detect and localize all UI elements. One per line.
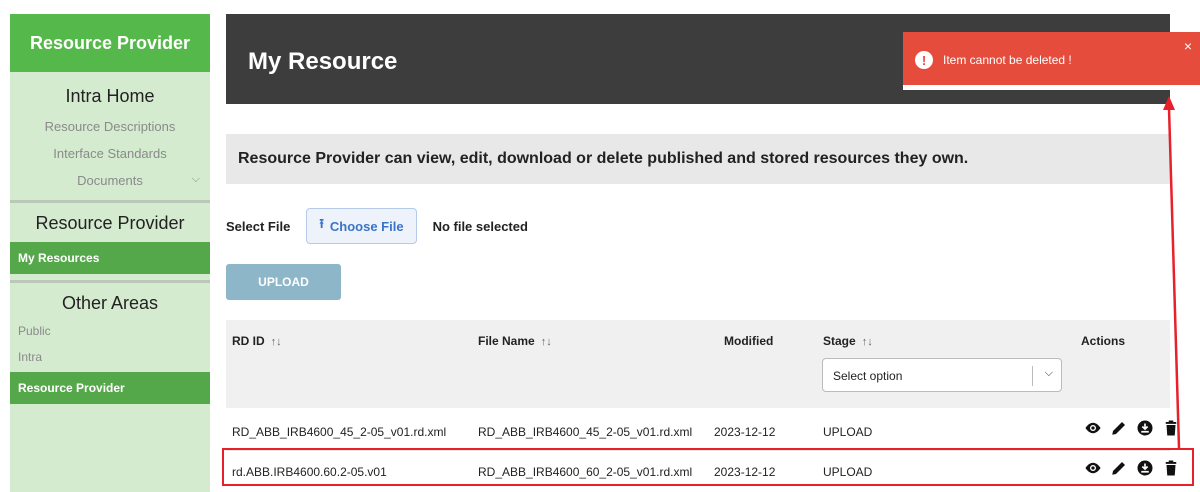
column-header-actions: Actions xyxy=(1081,334,1126,348)
cell-stage: UPLOAD xyxy=(823,425,873,439)
select-file-label: Select File xyxy=(226,218,291,234)
stage-filter-select[interactable]: Select option ⌵ xyxy=(822,358,1062,392)
sidebar-divider xyxy=(10,280,210,283)
close-icon[interactable]: × xyxy=(1184,38,1192,54)
stage-filter-value: Select option xyxy=(833,369,903,383)
sidebar-heading-other-areas: Other Areas xyxy=(61,293,159,313)
eye-icon[interactable] xyxy=(1084,419,1102,437)
table-header: RD ID ↑↓ File Name ↑↓ Modified Stage ↑↓ Act… xyxy=(226,320,1170,408)
column-header-modified: Modified xyxy=(724,334,774,348)
upload-icon: ⭱ xyxy=(319,216,324,231)
choose-file-label: Choose File xyxy=(329,218,404,234)
info-banner: Resource Provider can view, edit, downlo… xyxy=(226,134,1170,184)
toast-message: Item cannot be deleted ! xyxy=(943,53,1072,67)
sidebar-divider xyxy=(10,200,210,203)
sidebar-heading-intra-home[interactable]: Intra Home xyxy=(10,76,210,113)
column-header-stage[interactable]: Stage ↑↓ xyxy=(823,334,873,348)
sidebar: Resource Provider Intra Home Resource De… xyxy=(10,14,210,492)
file-status: No file selected xyxy=(432,218,528,234)
file-select-row: Select File ⭱ Choose File No file select… xyxy=(226,208,528,244)
annotation-arrow xyxy=(1163,96,1181,449)
table-row: RD_ABB_IRB4600_45_2-05_v01.rd.xml RD_ABB… xyxy=(226,411,1177,451)
cell-filename: RD_ABB_IRB4600_45_2-05_v01.rd.xml xyxy=(478,425,693,439)
column-header-filename[interactable]: File Name ↑↓ xyxy=(478,334,552,348)
sidebar-item-my-resources[interactable]: My Resources xyxy=(10,242,210,274)
sort-icon[interactable]: ↑↓ xyxy=(862,336,873,348)
choose-file-button[interactable]: ⭱ Choose File xyxy=(306,208,417,244)
sidebar-heading-resource-provider: Resource Provider xyxy=(35,213,185,233)
sidebar-item-documents[interactable]: Documents ⌵ xyxy=(10,167,210,194)
toast-progress-bar xyxy=(903,85,1200,90)
page-title: My Resource xyxy=(248,48,398,75)
sidebar-brand[interactable]: Resource Provider xyxy=(10,14,210,72)
pencil-icon[interactable] xyxy=(1110,419,1128,437)
sidebar-item-resource-provider[interactable]: Resource Provider xyxy=(10,372,210,404)
chevron-down-icon: ⌵ xyxy=(191,173,200,185)
column-header-stage-label: Stage xyxy=(823,334,856,348)
sidebar-item-documents-label: Documents xyxy=(77,173,143,188)
sidebar-item-interface-standards[interactable]: Interface Standards xyxy=(10,140,210,167)
upload-button[interactable]: UPLOAD xyxy=(226,264,341,300)
sort-icon[interactable]: ↑↓ xyxy=(271,336,282,348)
alert-icon: ! xyxy=(915,51,933,69)
sidebar-item-intra[interactable]: Intra xyxy=(10,344,210,370)
column-header-rdid-label: RD ID xyxy=(232,334,265,348)
cell-rdid: RD_ABB_IRB4600_45_2-05_v01.rd.xml xyxy=(232,425,447,439)
select-divider xyxy=(1032,366,1033,386)
column-header-rdid[interactable]: RD ID ↑↓ xyxy=(232,334,282,348)
download-icon[interactable] xyxy=(1136,419,1154,437)
chevron-down-icon[interactable]: ⌵ xyxy=(1045,367,1053,380)
cell-modified: 2023-12-12 xyxy=(714,425,776,439)
sidebar-item-resource-descriptions[interactable]: Resource Descriptions xyxy=(10,113,210,140)
sort-icon[interactable]: ↑↓ xyxy=(541,336,552,348)
error-toast: ! Item cannot be deleted ! × xyxy=(903,32,1200,90)
info-banner-text: Resource Provider can view, edit, downlo… xyxy=(238,150,969,167)
sidebar-item-public[interactable]: Public xyxy=(10,320,210,344)
annotation-highlight-box xyxy=(222,448,1194,486)
column-header-filename-label: File Name xyxy=(478,334,535,348)
